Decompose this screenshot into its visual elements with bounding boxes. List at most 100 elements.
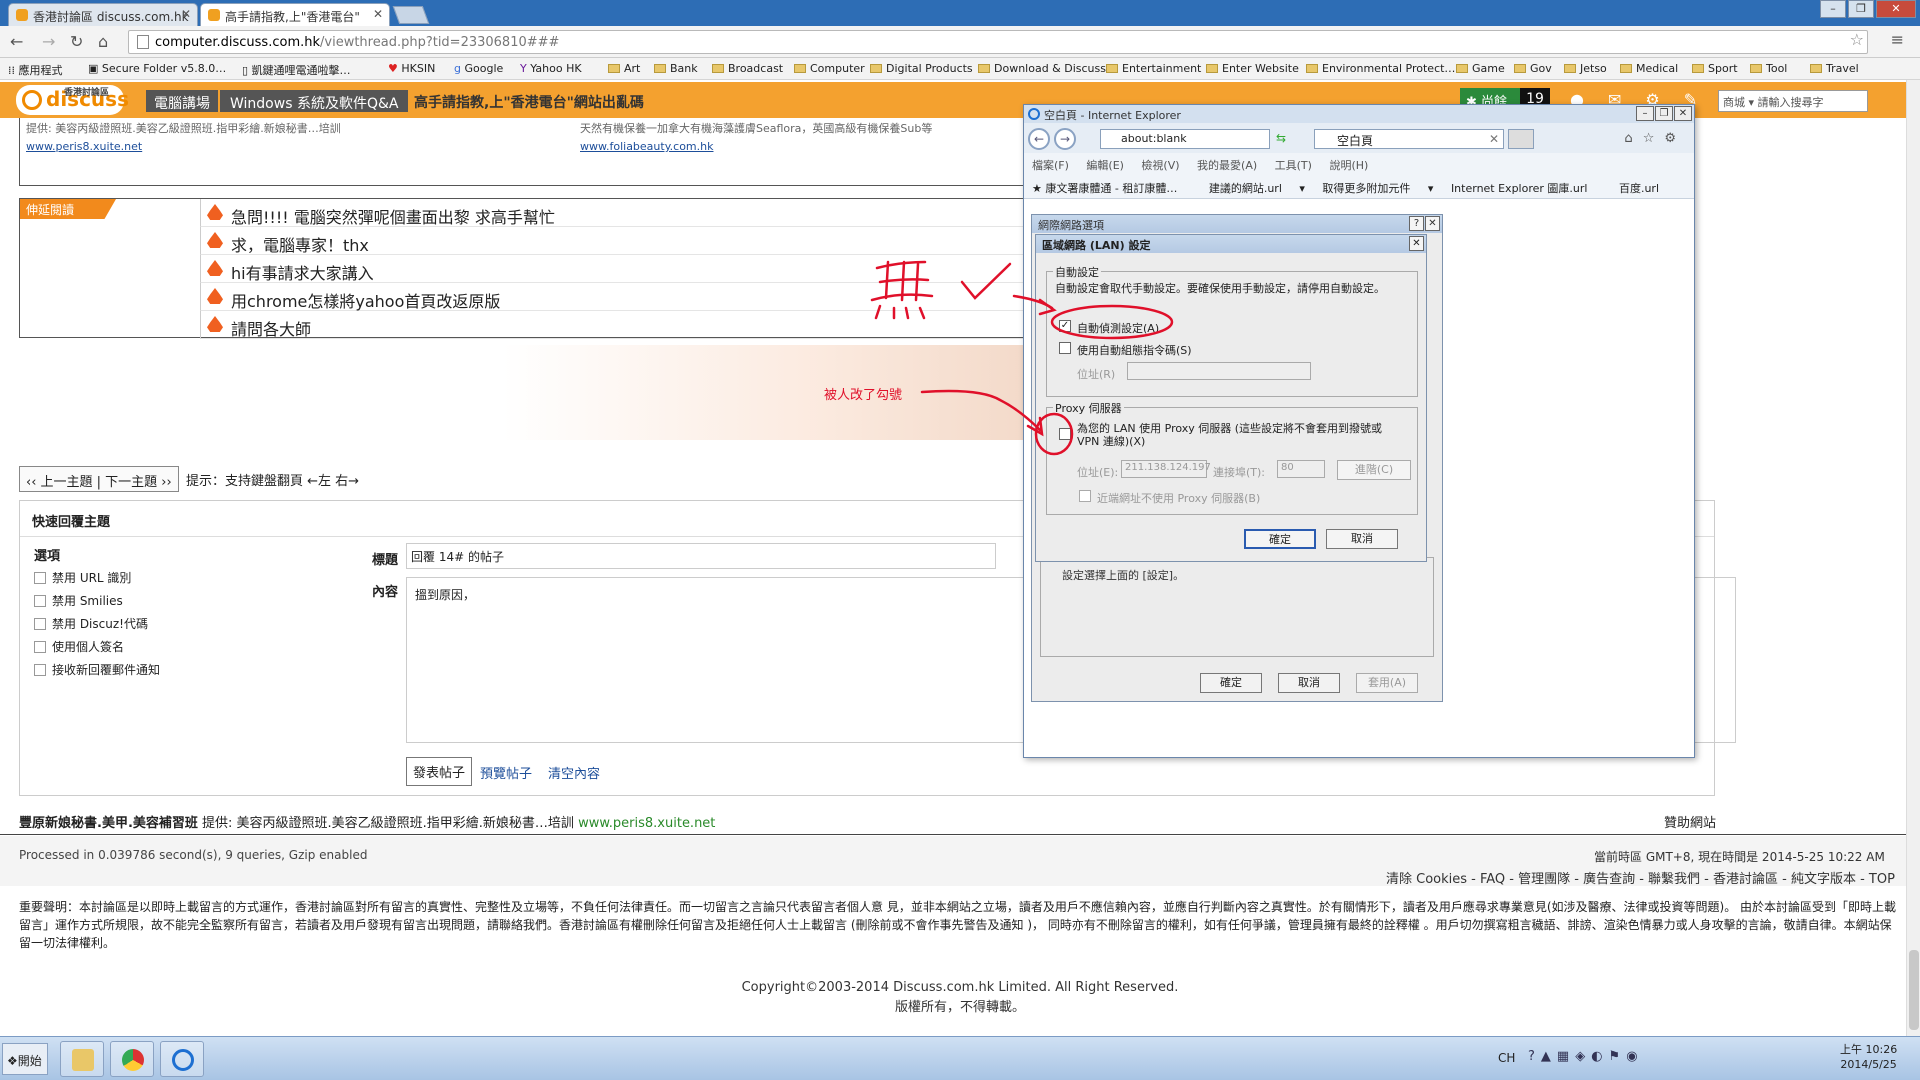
bookmark-folder[interactable]: Enter Website [1206,62,1299,75]
restore-icon[interactable]: ❐ [1655,106,1673,121]
close-icon[interactable]: ✕ [1674,106,1692,121]
minimize-icon[interactable]: – [1636,106,1654,121]
bookmark-folder[interactable]: Sport [1692,62,1738,75]
ie-tab[interactable]: 空白頁 ✕ [1314,129,1504,149]
bookmark-folder[interactable]: Download & Discuss [978,62,1106,75]
home-icon[interactable]: ⌂ [1624,131,1642,146]
breadcrumb-windows-qa[interactable]: Windows 系統及軟件Q&A [220,90,409,112]
close-icon[interactable]: ✕ [1409,236,1424,251]
network-icon[interactable]: ▦ [1557,1049,1575,1064]
bookmark-folder[interactable]: Tool [1750,62,1787,75]
security-icon[interactable]: ◈ [1575,1049,1591,1064]
close-icon[interactable]: ✕ [1425,216,1440,231]
ie-fav-item[interactable]: ★ 康文署康體通 - 租訂康體… [1032,182,1191,195]
ie-refresh-icon[interactable]: ⇆ [1276,131,1286,145]
bookmark-item[interactable]: Y Yahoo HK [520,62,582,75]
bookmark-star-icon[interactable]: ☆ [1850,30,1864,49]
bookmark-folder[interactable]: Broadcast [712,62,783,75]
taskbar-ie[interactable] [160,1041,204,1077]
ie-address-input[interactable]: about:blank [1100,129,1270,149]
close-window-icon[interactable]: ✕ [1876,0,1916,18]
bookmark-folder[interactable]: Art [608,62,640,75]
option-disable-smilies[interactable]: 禁用 Smilies [34,592,123,609]
checkbox-icon[interactable] [34,664,46,676]
ie-back-icon[interactable]: ← [1028,128,1050,150]
input-language[interactable]: CH [1498,1051,1515,1065]
system-tray-icons[interactable]: ?▲▦◈◐⚑◉ [1528,1049,1644,1064]
start-button[interactable]: ❖開始 [2,1043,48,1075]
script-address-input[interactable] [1127,362,1311,380]
reload-icon[interactable]: ↻ [70,32,83,51]
bookmark-item[interactable]: ▯ 凱鍵通哩電通啦擊… [242,62,351,78]
bookmark-item[interactable]: ▣ Secure Folder v5.8.0… [88,62,226,75]
footer-ad-link[interactable]: www.peris8.xuite.net [578,816,715,831]
clear-content-link[interactable]: 清空內容 [548,763,600,782]
bookmark-folder[interactable]: Gov [1514,62,1552,75]
flag-icon[interactable]: ⚑ [1609,1049,1627,1064]
ie-fav-item[interactable]: 建議的網站.url ▾ [1209,182,1305,195]
ie-menu-bar[interactable]: 檔案(F) 編輯(E) 檢視(V) 我的最愛(A) 工具(T) 說明(H) [1024,153,1694,175]
new-tab-button[interactable] [392,6,430,24]
option-email-notify[interactable]: 接收新回覆郵件通知 [34,661,160,678]
checkbox-icon[interactable] [34,618,46,630]
reply-title-input[interactable]: 回覆 14# 的帖子 [406,543,996,569]
bookmark-item[interactable]: ♥ HKSIN [388,62,435,75]
related-item[interactable]: 求，電腦專家！thx [200,227,1030,255]
ie-new-tab-button[interactable] [1508,129,1534,149]
back-arrow-icon[interactable]: ← [10,32,23,51]
bookmark-folder[interactable]: Digital Products [870,62,973,75]
breadcrumb-computer-forum[interactable]: 電腦講場 [146,90,218,112]
advanced-button[interactable]: 進階(C) [1337,460,1411,480]
related-item[interactable]: 用chrome怎樣將yahoo首頁改返原版 [200,283,1030,311]
browser-tab-thread[interactable]: 高手請指教,上"香港電台" ✕ [200,3,390,26]
proxy-address-input[interactable]: 211.138.124.197 [1121,460,1211,478]
lan-cancel-button[interactable]: 取消 [1326,529,1398,549]
site-logo[interactable]: 香港討論區 discuss [16,85,129,115]
close-tab-icon[interactable]: ✕ [181,7,191,21]
scrollbar-thumb[interactable] [1909,950,1919,1030]
browser-tab-discuss-home[interactable]: 香港討論區 discuss.com.hk ✕ [8,3,198,26]
taskbar-chrome[interactable] [110,1041,154,1077]
ie-fav-item[interactable]: 取得更多附加元件 ▾ [1322,182,1433,195]
system-clock[interactable]: 上午 10:26 2014/5/25 [1840,1042,1897,1072]
site-search-input[interactable]: 商城 ▾ 請輸入搜尋字 [1718,90,1868,112]
auto-detect-checkbox[interactable]: ✓ [1059,320,1071,332]
bypass-local-checkbox[interactable] [1079,490,1091,502]
bookmark-folder[interactable]: Bank [654,62,698,75]
volume-icon[interactable]: ◐ [1591,1049,1608,1064]
bookmark-folder[interactable]: Environmental Protect… [1306,62,1455,75]
preview-post-link[interactable]: 預覽帖子 [480,763,532,782]
home-icon[interactable]: ⌂ [98,32,108,51]
chevron-up-icon[interactable]: ▲ [1541,1049,1557,1064]
ie-fav-item[interactable]: Internet Explorer 圖庫.url [1451,182,1602,195]
checkbox-icon[interactable] [34,572,46,584]
option-use-signature[interactable]: 使用個人簽名 [34,638,124,655]
post-reply-button[interactable]: 發表帖子 [406,757,473,786]
page-scrollbar[interactable] [1906,80,1920,1036]
minimize-icon[interactable]: – [1820,0,1846,18]
ok-button[interactable]: 確定 [1200,673,1262,693]
use-script-checkbox[interactable] [1059,342,1071,354]
close-tab-icon[interactable]: ✕ [1489,132,1499,146]
favorites-star-icon[interactable]: ☆ [1643,131,1665,146]
bookmark-folder[interactable]: Game [1456,62,1505,75]
footer-links[interactable]: 清除 Cookies - FAQ - 管理團隊 - 廣告查詢 - 聯繫我們 - … [1386,868,1895,887]
related-item[interactable]: 請問各大師 [200,311,1030,339]
checkbox-icon[interactable] [34,595,46,607]
taskbar-explorer[interactable] [60,1041,104,1077]
proxy-port-input[interactable]: 80 [1277,460,1325,478]
help-icon[interactable]: ? [1528,1049,1541,1064]
option-disable-url[interactable]: 禁用 URL 識別 [34,569,131,586]
checkbox-icon[interactable] [34,641,46,653]
bookmark-apps[interactable]: ⁞⁞ 應用程式 [8,62,63,78]
ie-toolbar-icons[interactable]: ⌂☆⚙ [1624,131,1686,146]
sponsor-link[interactable]: 贊助網站 [1664,812,1716,831]
bookmark-folder[interactable]: Entertainment [1106,62,1201,75]
chrome-menu-icon[interactable]: ≡ [1891,30,1904,49]
bookmark-item[interactable]: g Google [454,62,503,75]
address-bar[interactable]: computer.discuss.com.hk/viewthread.php?t… [128,30,1868,54]
bookmark-folder[interactable]: Medical [1620,62,1678,75]
restore-icon[interactable]: ❐ [1848,0,1874,18]
antivirus-icon[interactable]: ◉ [1626,1049,1643,1064]
cancel-button[interactable]: 取消 [1278,673,1340,693]
